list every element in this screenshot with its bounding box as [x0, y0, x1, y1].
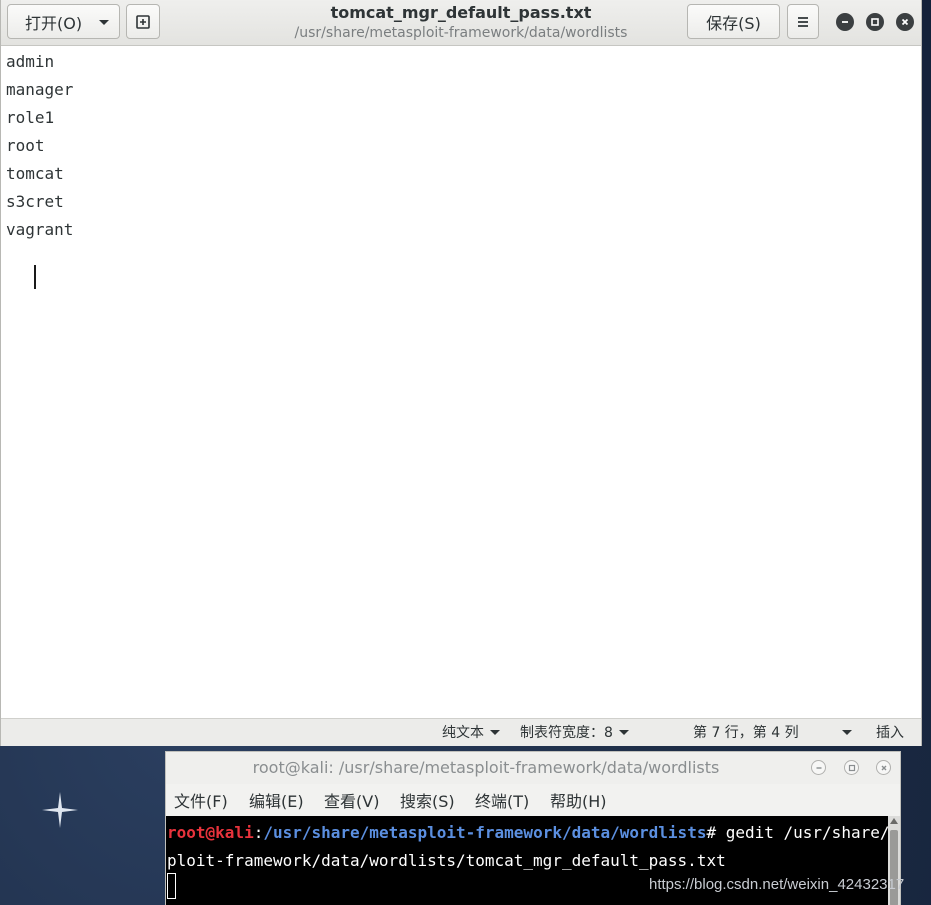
cursor-position-selector[interactable]: 第 7 行，第 4 列 [693, 719, 799, 747]
menu-help[interactable]: 帮助(H) [550, 790, 607, 814]
editor-line: tomcat [6, 164, 64, 183]
editor-line: manager [6, 80, 74, 99]
gedit-window: 打开(O) tomcat_mgr_default_pass.txt /usr/s… [0, 0, 922, 746]
cursor-position-label: 第 7 行，第 4 列 [693, 725, 799, 741]
terminal-line: ploit-framework/data/wordlists/tomcat_mg… [167, 851, 726, 870]
star-icon [42, 792, 78, 828]
editor-line: admin [6, 52, 55, 71]
editor-line: s3cret [6, 192, 64, 211]
minimize-button[interactable] [836, 13, 854, 31]
close-icon [901, 18, 909, 26]
scroll-up-icon [890, 818, 898, 824]
editor-line: role1 [6, 108, 55, 127]
document-title: tomcat_mgr_default_pass.txt [330, 3, 592, 22]
insert-mode-indicator: 插入 [876, 719, 904, 747]
menu-search[interactable]: 搜索(S) [400, 790, 455, 814]
position-dropdown[interactable] [836, 719, 852, 747]
maximize-icon [848, 764, 855, 771]
prompt-user: root@kali [167, 823, 254, 842]
terminal-line: root@kali:/usr/share/metasploit-framewor… [167, 819, 888, 847]
save-button[interactable]: 保存(S) [687, 4, 780, 39]
terminal-title: root@kali: /usr/share/metasploit-framewo… [252, 758, 720, 777]
new-document-button[interactable] [126, 4, 160, 39]
hamburger-menu-icon [798, 16, 808, 27]
save-button-label: 保存(S) [706, 13, 761, 33]
close-button[interactable] [896, 13, 914, 31]
minimize-icon [816, 766, 821, 769]
window-title-block: tomcat_mgr_default_pass.txt /usr/share/m… [201, 3, 721, 43]
open-button[interactable]: 打开(O) [7, 4, 120, 39]
terminal-cursor [167, 873, 176, 899]
terminal-titlebar: root@kali: /usr/share/metasploit-framewo… [166, 752, 900, 784]
editor-line: vagrant [6, 220, 74, 239]
prompt-path: /usr/share/metasploit-framework/data/wor… [263, 823, 707, 842]
menu-file[interactable]: 文件(F) [174, 790, 228, 814]
language-label: 纯文本 [442, 725, 484, 741]
terminal-command: # gedit /usr/share/metas [706, 823, 888, 842]
scroll-thumb[interactable] [890, 830, 898, 905]
chevron-down-icon [99, 20, 109, 25]
minimize-icon [842, 21, 848, 23]
status-bar: 纯文本 制表符宽度：8 第 7 行，第 4 列 插入 [1, 718, 921, 746]
terminal-minimize-button[interactable] [811, 760, 826, 775]
chevron-down-icon [490, 730, 500, 735]
text-editor-area[interactable]: admin manager role1 root tomcat s3cret v… [6, 48, 916, 716]
maximize-icon [871, 18, 879, 26]
menu-view[interactable]: 查看(V) [324, 790, 379, 814]
maximize-button[interactable] [866, 13, 884, 31]
insert-mode-label: 插入 [876, 725, 904, 741]
chevron-down-icon [618, 730, 629, 735]
text-cursor [34, 265, 36, 289]
watermark: https://blog.csdn.net/weixin_42432317 [649, 876, 905, 893]
editor-line: root [6, 136, 45, 155]
document-path: /usr/share/metasploit-framework/data/wor… [294, 25, 628, 41]
hamburger-menu-button[interactable] [787, 4, 819, 39]
tab-width-selector[interactable]: 制表符宽度：8 [520, 719, 629, 747]
terminal-maximize-button[interactable] [844, 760, 859, 775]
gedit-headerbar: 打开(O) tomcat_mgr_default_pass.txt /usr/s… [1, 0, 921, 46]
chevron-down-icon [842, 730, 852, 735]
menu-edit[interactable]: 编辑(E) [249, 790, 304, 814]
menu-terminal[interactable]: 终端(T) [475, 790, 529, 814]
new-document-icon [136, 14, 150, 29]
close-icon [881, 765, 886, 770]
language-selector[interactable]: 纯文本 [442, 719, 500, 747]
prompt-separator: : [253, 823, 264, 842]
open-button-label: 打开(O) [25, 13, 83, 33]
terminal-close-button[interactable] [876, 760, 891, 775]
terminal-menubar: 文件(F) 编辑(E) 查看(V) 搜索(S) 终端(T) 帮助(H) [166, 788, 900, 816]
tab-width-label: 制表符宽度：8 [520, 725, 613, 741]
